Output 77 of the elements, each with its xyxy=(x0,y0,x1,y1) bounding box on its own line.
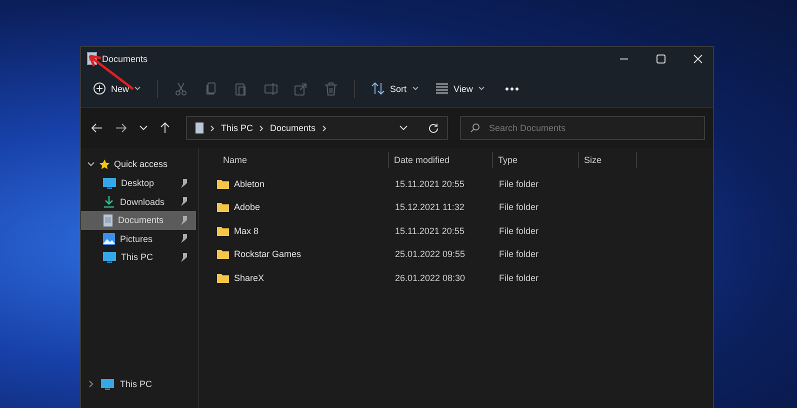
close-icon[interactable] xyxy=(693,54,703,64)
folder-icon xyxy=(217,202,229,212)
window-title: Documents xyxy=(102,54,148,64)
document-icon xyxy=(195,122,204,134)
this-pc-link[interactable]: This PC xyxy=(120,379,152,389)
address-bar[interactable]: This PC Documents xyxy=(186,116,448,140)
new-button[interactable]: New xyxy=(93,80,142,97)
type-cell: File folder xyxy=(499,178,539,189)
view-button[interactable]: View xyxy=(434,81,485,96)
sort-arrows-icon xyxy=(371,82,386,95)
sidebar-item[interactable]: Pictures xyxy=(81,230,196,248)
sidebar-item-label: Downloads xyxy=(120,196,165,207)
chevron-right-icon xyxy=(210,124,215,132)
sidebar-item[interactable]: Downloads xyxy=(81,192,196,211)
date-cell: 15.11.2021 20:55 xyxy=(395,178,464,189)
type-cell: File folder xyxy=(499,249,539,260)
monitor-icon xyxy=(103,178,116,189)
back-arrow-icon[interactable] xyxy=(91,123,103,133)
chevron-down-icon[interactable] xyxy=(139,125,148,131)
file-name[interactable]: ShareX xyxy=(234,272,264,283)
search-field[interactable]: Search Documents xyxy=(460,116,705,140)
quick-access-link[interactable]: Quick access xyxy=(114,159,168,169)
type-cell: File folder xyxy=(499,272,539,283)
file-name[interactable]: Max 8 xyxy=(234,226,259,236)
document-icon xyxy=(103,214,113,227)
folder-icon xyxy=(217,178,229,189)
column-header[interactable]: Name xyxy=(209,152,389,168)
chevron-down-icon[interactable] xyxy=(399,125,408,131)
star-icon xyxy=(99,158,110,170)
folder-icon xyxy=(217,226,229,236)
caret-icon xyxy=(134,86,142,91)
search-icon xyxy=(470,123,480,133)
date-cell: 15.12.2021 11:32 xyxy=(395,202,464,212)
folder-icon xyxy=(217,272,229,283)
column-header[interactable]: Type xyxy=(493,152,579,168)
monitor-icon xyxy=(103,252,116,263)
file-name[interactable]: Rockstar Games xyxy=(234,249,302,260)
up-arrow-icon[interactable] xyxy=(160,122,170,134)
sidebar-item-label: Desktop xyxy=(121,178,154,188)
sidebar-item[interactable]: This PC xyxy=(81,248,196,266)
expand-chevron-icon[interactable] xyxy=(87,160,95,168)
download-icon xyxy=(103,195,115,208)
breadcrumb-link[interactable]: This PC xyxy=(221,123,254,133)
date-cell: 15.11.2021 20:55 xyxy=(395,226,464,236)
pin-icon[interactable] xyxy=(180,234,188,244)
sidebar-item-label: Pictures xyxy=(120,234,153,244)
file-name[interactable]: Ableton xyxy=(234,178,265,189)
folder-icon xyxy=(217,249,229,260)
picture-icon xyxy=(103,232,115,245)
sidebar-item-label: Documents xyxy=(118,215,164,226)
sidebar-item-label: This PC xyxy=(121,252,154,262)
sidebar-item[interactable]: Desktop xyxy=(81,174,196,192)
column-header[interactable]: Size xyxy=(579,152,637,168)
refresh-icon[interactable] xyxy=(428,122,439,134)
maximize-icon[interactable] xyxy=(656,54,666,64)
type-cell: File folder xyxy=(499,202,539,212)
chevron-right-icon xyxy=(322,124,327,132)
caret-icon xyxy=(478,86,485,91)
pin-icon[interactable] xyxy=(180,178,188,188)
column-header[interactable]: Date modified xyxy=(389,152,493,168)
chevron-right-icon xyxy=(259,124,264,132)
date-cell: 26.01.2022 08:30 xyxy=(395,272,466,283)
type-cell: File folder xyxy=(499,226,539,236)
monitor-icon xyxy=(101,378,114,390)
caret-icon xyxy=(412,86,419,91)
sidebar-item[interactable]: Documents xyxy=(81,211,196,230)
date-cell: 25.01.2022 09:55 xyxy=(395,249,466,260)
file-name[interactable]: Adobe xyxy=(234,202,260,212)
lines-icon xyxy=(434,83,449,94)
pin-icon[interactable] xyxy=(180,252,188,262)
expand-chevron-icon[interactable] xyxy=(87,380,95,388)
breadcrumb-link[interactable]: Documents xyxy=(270,123,316,133)
forward-arrow-icon[interactable] xyxy=(115,123,127,133)
plus-circle-icon xyxy=(93,82,106,95)
more-options-icon[interactable] xyxy=(504,86,519,90)
pin-icon[interactable] xyxy=(180,197,188,206)
sort-button[interactable]: Sort xyxy=(371,80,419,97)
